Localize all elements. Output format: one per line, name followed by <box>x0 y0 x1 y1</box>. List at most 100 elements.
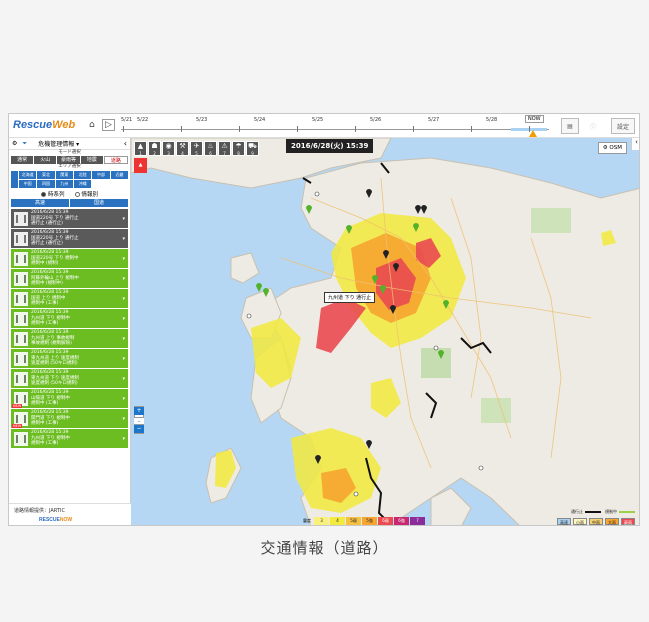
collapse-left-icon[interactable]: ‹ <box>124 139 127 148</box>
rain-legend: 高速 小雨 中雨 大雨 豪雨 <box>557 518 635 525</box>
play-icon[interactable]: ▷ <box>102 119 115 131</box>
mode-tab[interactable]: 火山 <box>34 156 58 164</box>
radio-timeline[interactable]: 時系列 <box>40 190 65 198</box>
chevron-down-icon[interactable]: ▾ <box>122 256 125 262</box>
home-icon[interactable]: ⌂ <box>89 120 95 130</box>
tab-national[interactable]: 国道 <box>70 199 128 207</box>
radio-category[interactable]: 情報別 <box>74 190 98 198</box>
chevron-down-icon[interactable]: ▾ <box>122 296 125 302</box>
timeline-tick: 5/26 <box>370 117 382 123</box>
legend-label: 震度 <box>303 518 311 523</box>
area-button[interactable]: 北海道 <box>19 171 37 179</box>
zoom-in-button[interactable]: + <box>134 407 144 415</box>
gear-icon: ⚙ <box>602 145 608 151</box>
map-tool-button[interactable]: ⛟ 9 <box>246 141 259 156</box>
map-tool-button[interactable]: ◉ 3 <box>162 141 175 156</box>
forest-patch <box>421 348 451 378</box>
list-item[interactable]: 2016/6/28 15:39 九州道 上り 事故規制 事故規制 (規制解除) ▾ <box>11 329 128 348</box>
gear-icon[interactable]: ⚙ <box>12 140 17 147</box>
chevron-down-icon[interactable]: ▾ <box>122 316 125 322</box>
road-icon <box>14 311 28 326</box>
map-tool-button[interactable]: ✈ 5 <box>190 141 203 156</box>
map-view[interactable]: ▲ 1 ☗ 2 ◉ 3 ⚒ 4 ✈ 5 ♨ 6 ⚠ 7 ☂ 8 ⛟ 9 ▲ 2016/6/28(火) 15:39 … <box>131 138 640 526</box>
legend-button[interactable]: 豪雨 <box>621 518 635 525</box>
info-icon[interactable]: ⓘ <box>583 118 603 134</box>
list-item[interactable]: 2016/6/28 15:39 関門道 下り 規制中 規制中 (工事) ▾ NEW <box>11 409 128 428</box>
chevron-down-icon[interactable]: ▾ <box>122 396 125 402</box>
list-item[interactable]: 2016/6/28 15:39 東九州道 上り 速度規制 速度規制 (50キロ規制)… <box>11 349 128 368</box>
mode-tab[interactable]: 地震 <box>80 156 104 164</box>
filter-icon[interactable]: ⏷ <box>22 140 27 148</box>
map-canvas[interactable] <box>131 138 640 526</box>
sidebar-title[interactable]: 危機管理情報 ▾ <box>38 139 79 148</box>
mode-tab[interactable]: 通常 <box>11 156 35 164</box>
map-datetime: 2016/6/28(火) 15:39 <box>286 139 374 153</box>
item-status: 速度規制 (50キロ規制) <box>31 361 78 367</box>
app-logo[interactable]: RescueWeb <box>13 119 75 131</box>
timeline[interactable]: 5/21 5/22 5/23 5/24 5/25 5/26 5/27 5/28 … <box>121 114 549 138</box>
item-status: 規制中 (工事) <box>31 421 59 427</box>
list-item[interactable]: 2016/6/28 15:39 九州道 下り 規制中 規制中 (工事) ▾ <box>11 309 128 328</box>
area-button[interactable]: 中国 <box>19 180 37 188</box>
road-icon <box>14 251 28 266</box>
list-item[interactable]: 2016/6/28 15:39 九州道 下り 規制中 規制中 (工事) ▾ <box>11 429 128 448</box>
sidebar: ⚙ ⏷ 危機管理情報 ▾ ‹ モード選択 通常 火山 豪雨等 地震 道路 エリア… <box>9 138 131 525</box>
mode-tab-selected[interactable]: 道路 <box>103 156 129 164</box>
zoom-slider[interactable]: – <box>134 417 144 425</box>
map-tool-button[interactable]: ⚠ 7 <box>218 141 231 156</box>
list-item[interactable]: 2016/6/28 15:39 国道220号 下り 規制中 規制中 (規制) ▾ <box>11 249 128 268</box>
legend-button[interactable]: 高速 <box>557 518 571 525</box>
chevron-down-icon[interactable]: ▾ <box>122 356 125 362</box>
chevron-down-icon[interactable]: ▾ <box>122 376 125 382</box>
list-item[interactable]: 2016/6/28 15:39 国道 上り 規制中 規制中 (工事) ▾ <box>11 289 128 308</box>
chevron-down-icon[interactable]: ▾ <box>122 336 125 342</box>
area-button[interactable]: 近畿 <box>110 171 128 179</box>
collapse-right-icon[interactable]: ‹ <box>631 138 639 150</box>
item-status: 規制中 (規制) <box>31 261 59 267</box>
chevron-down-icon[interactable]: ▾ <box>122 416 125 422</box>
map-tool-button[interactable]: ♨ 6 <box>204 141 217 156</box>
timeline-tick: 5/24 <box>254 117 266 123</box>
list-item[interactable]: 2016/6/28 15:39 山陽道 下り 規制中 規制中 (工事) ▾ NEW <box>11 389 128 408</box>
map-tool-button[interactable]: ☗ 2 <box>148 141 161 156</box>
chevron-down-icon[interactable]: ▾ <box>122 236 125 242</box>
area-button[interactable]: 中部 <box>92 171 110 179</box>
new-badge: NEW <box>12 404 23 408</box>
chevron-down-icon[interactable]: ▾ <box>122 216 125 222</box>
incident-list: 2016/6/28 15:39 国道220号 下り 通行止 通行止 (通行止) ▾ 20… <box>9 209 130 448</box>
chevron-down-icon[interactable]: ▾ <box>122 276 125 282</box>
area-button[interactable]: 北陸 <box>74 171 92 179</box>
area-all-toggle[interactable] <box>11 171 18 188</box>
area-button[interactable]: 関東 <box>55 171 73 179</box>
map-tool-button[interactable]: ⚒ 4 <box>176 141 189 156</box>
area-button[interactable]: 四国 <box>37 180 55 188</box>
print-icon[interactable]: ▤ <box>561 118 579 134</box>
tab-express[interactable]: 高速 <box>11 199 69 207</box>
area-button[interactable]: 九州 <box>55 180 73 188</box>
zoom-out-button[interactable]: − <box>134 425 144 433</box>
chevron-down-icon[interactable]: ▾ <box>122 436 125 442</box>
osm-layer-button[interactable]: ⚙ OSM <box>597 142 627 154</box>
road-icon <box>14 351 28 366</box>
area-button[interactable]: 沖縄 <box>74 180 92 188</box>
alert-tool-icon[interactable]: ▲ <box>134 158 147 173</box>
mode-tab[interactable]: 豪雨等 <box>57 156 81 164</box>
item-status: 通行止 (通行止) <box>31 241 63 247</box>
legend-button[interactable]: 中雨 <box>589 518 603 525</box>
list-item[interactable]: 2016/6/28 15:39 東九州道 下り 速度規制 速度規制 (50キロ規制)… <box>11 369 128 388</box>
legend-level: 6弱 <box>378 517 393 525</box>
area-button[interactable]: 東北 <box>37 171 55 179</box>
list-item[interactable]: 2016/6/28 15:39 国道220号 下り 通行止 通行止 (通行止) ▾ <box>11 209 128 228</box>
list-item[interactable]: 2016/6/28 15:39 阿蘇外輪山 上り 規制中 規制中 (規制中) ▾ <box>11 269 128 288</box>
timeline-tick: 5/22 <box>137 117 149 123</box>
legend-restricted: 規制中 <box>605 509 635 515</box>
legend-button[interactable]: 大雨 <box>605 518 619 525</box>
settings-button[interactable]: 設定 <box>611 118 635 134</box>
timeline-now-handle[interactable] <box>529 130 537 137</box>
mode-tabs: 通常 火山 豪雨等 地震 道路 <box>11 156 129 164</box>
map-tool-button[interactable]: ☂ 8 <box>232 141 245 156</box>
legend-button[interactable]: 小雨 <box>573 518 587 525</box>
map-tool-button[interactable]: ▲ 1 <box>134 141 147 156</box>
road-popup[interactable]: 九州道 下り 通行止 <box>324 292 376 303</box>
list-item[interactable]: 2016/6/28 15:39 国道220号 上り 通行止 通行止 (通行止) ▾ <box>11 229 128 248</box>
